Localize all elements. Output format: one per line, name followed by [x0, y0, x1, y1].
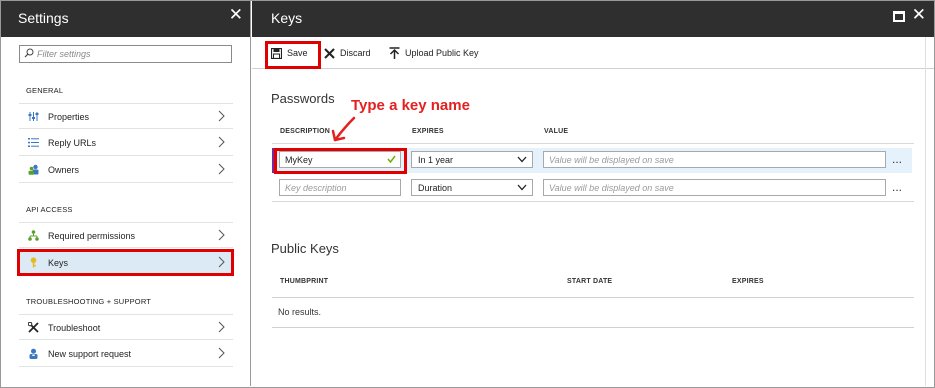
- passwords-heading: Passwords: [271, 91, 335, 106]
- settings-title: Settings: [18, 10, 69, 26]
- chevron-right-icon: [218, 256, 225, 268]
- upload-icon: [389, 47, 400, 59]
- section-api-access: API ACCESS: [26, 205, 73, 214]
- chevron-right-icon: [218, 136, 225, 148]
- key-value-field[interactable]: [543, 151, 886, 168]
- scrollbar-track[interactable]: [925, 37, 926, 386]
- passwords-bottom-divider: [272, 201, 914, 202]
- key-icon: [30, 257, 37, 268]
- keys-close-icon[interactable]: ✕: [912, 6, 926, 23]
- key-description-field[interactable]: [279, 179, 401, 196]
- support-icon: [29, 348, 38, 359]
- public-keys-heading: Public Keys: [271, 241, 339, 256]
- chevron-right-icon: [218, 229, 225, 241]
- discard-icon: [324, 47, 335, 59]
- save-label: Save: [287, 48, 308, 58]
- chevron-right-icon: [218, 347, 225, 359]
- sidebar-item-new-support-request[interactable]: New support request: [19, 341, 233, 367]
- annotation-arrow-icon: [331, 116, 356, 142]
- settings-close-icon[interactable]: ✕: [229, 6, 243, 23]
- sidebar-item-label: Troubleshoot: [48, 323, 101, 333]
- col-start-date: START DATE: [567, 278, 613, 285]
- col-thumbprint: THUMBPRINT: [280, 278, 329, 285]
- duration-select-value: Duration: [418, 183, 453, 193]
- chevron-right-icon: [218, 321, 225, 333]
- filter-settings-input[interactable]: [37, 47, 227, 61]
- key-description-input[interactable]: [280, 180, 400, 195]
- keys-title: Keys: [271, 10, 303, 26]
- section-general: GENERAL: [26, 86, 64, 95]
- key-description-field[interactable]: [279, 151, 401, 168]
- save-button[interactable]: Save: [271, 46, 308, 60]
- no-results-text: No results.: [278, 307, 322, 317]
- expires-select-value: In 1 year: [418, 155, 454, 165]
- permissions-icon: [28, 230, 39, 241]
- public-keys-header-divider: [272, 297, 914, 298]
- row-more-icon[interactable]: ...: [892, 180, 902, 194]
- properties-icon: [28, 112, 39, 121]
- discard-button[interactable]: Discard: [324, 46, 371, 60]
- row-more-icon[interactable]: ...: [892, 152, 902, 166]
- key-value-field[interactable]: [543, 179, 886, 196]
- settings-blade: Settings ✕ GENERAL Properties Reply URLs: [1, 1, 251, 386]
- filter-settings-field[interactable]: [19, 45, 232, 63]
- sidebar-item-label: Required permissions: [48, 231, 136, 241]
- chevron-down-icon: [517, 156, 527, 163]
- sidebar-item-label: New support request: [48, 349, 132, 359]
- keys-blade: Keys ✕ Save Discard Upload Public Key Pa…: [252, 1, 934, 386]
- sidebar-item-owners[interactable]: Owners: [19, 157, 233, 183]
- key-description-input[interactable]: [280, 152, 400, 167]
- sidebar-item-reply-urls[interactable]: Reply URLs: [19, 130, 233, 156]
- sidebar-item-label: Owners: [48, 165, 80, 175]
- annotation-text: Type a key name: [351, 97, 470, 114]
- valid-check-icon: [387, 155, 396, 163]
- chevron-right-icon: [218, 110, 225, 122]
- chevron-down-icon: [517, 184, 527, 191]
- troubleshoot-icon: [28, 322, 39, 333]
- expires-select[interactable]: In 1 year: [411, 151, 533, 168]
- key-value-input[interactable]: [544, 180, 885, 195]
- discard-label: Discard: [340, 48, 371, 58]
- row-selection-bar: [272, 148, 275, 173]
- owners-icon: [28, 164, 39, 175]
- settings-header: Settings ✕: [1, 1, 250, 37]
- duration-select[interactable]: Duration: [411, 179, 533, 196]
- passwords-header-divider: [272, 143, 914, 144]
- keys-toolbar: Save Discard Upload Public Key: [252, 37, 934, 69]
- sidebar-item-label: Properties: [48, 112, 90, 122]
- upload-public-key-button[interactable]: Upload Public Key: [389, 46, 479, 60]
- sidebar-item-required-permissions[interactable]: Required permissions: [19, 222, 233, 248]
- col-description: DESCRIPTION: [280, 128, 331, 135]
- save-icon: [271, 47, 282, 59]
- search-icon: [24, 48, 34, 58]
- chevron-right-icon: [218, 163, 225, 175]
- sidebar-item-keys[interactable]: Keys: [19, 250, 233, 276]
- sidebar-item-properties[interactable]: Properties: [19, 103, 233, 129]
- public-keys-bottom-divider: [272, 327, 914, 328]
- keys-header: Keys ✕: [252, 1, 934, 37]
- sidebar-item-label: Reply URLs: [48, 138, 97, 148]
- col-value: VALUE: [544, 128, 569, 135]
- section-troubleshooting: TROUBLESHOOTING + SUPPORT: [26, 297, 152, 306]
- list-icon: [28, 138, 39, 147]
- upload-label: Upload Public Key: [405, 48, 479, 58]
- key-value-input[interactable]: [544, 152, 885, 167]
- sidebar-item-label: Keys: [48, 258, 69, 268]
- sidebar-item-troubleshoot[interactable]: Troubleshoot: [19, 314, 233, 340]
- col-expires: EXPIRES: [412, 128, 444, 135]
- col-expires: EXPIRES: [732, 278, 764, 285]
- maximize-icon[interactable]: [893, 11, 905, 22]
